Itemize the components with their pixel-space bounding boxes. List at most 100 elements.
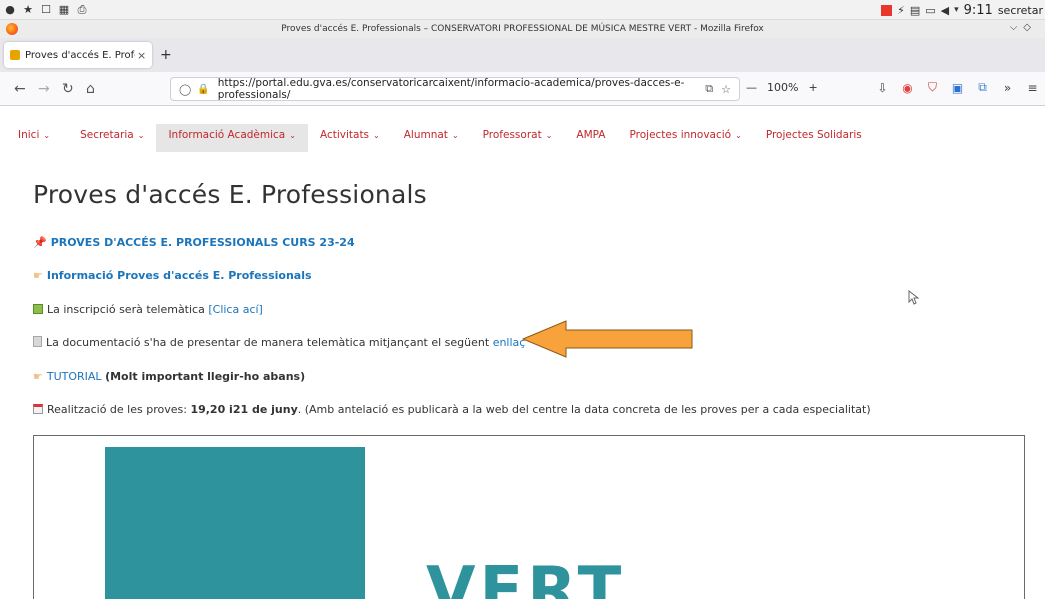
menu-label: Professorat [482,129,542,141]
menu-item-informacio-academica[interactable]: Informació Acadèmica ⌄ [156,124,308,152]
menu-label: Alumnat [403,129,448,141]
zoom-in-button[interactable]: + [808,81,817,94]
heading-link-line: 📌 PROVES D'ACCÉS E. PROFESSIONALS CURS 23… [33,236,355,249]
lock-icon[interactable]: 🔒 [197,84,209,95]
display-icon[interactable]: ▭ [925,4,935,17]
overflow-menu-icon[interactable]: » [1001,81,1014,95]
new-tab-button[interactable]: + [160,47,172,63]
inscription-line: La inscripció serà telemàtica [Clica ací… [33,303,263,316]
site-favicon-icon [10,50,20,60]
window-icon[interactable]: ☐ [40,3,52,16]
menu-item-ampa[interactable]: AMPA [564,124,617,152]
ublock-icon[interactable]: ⛉ [926,80,939,94]
network-icon[interactable]: ⚡ [897,4,905,17]
translate-extension-icon[interactable]: ⧉ [976,80,989,94]
window-title-bar: Proves d'accés E. Professionals – CONSER… [0,20,1045,38]
home-button[interactable]: ⌂ [86,81,95,97]
calculator-icon[interactable]: ▦ [58,3,70,16]
zoom-controls: — 100% + [746,81,818,94]
vert-logo-text: VERT [426,554,626,599]
zoom-out-button[interactable]: — [746,81,757,94]
chevron-down-icon: ⌄ [735,131,742,140]
chevron-down-icon: ⌄ [289,131,296,140]
user-name[interactable]: secretar [998,4,1043,17]
documentation-link[interactable]: enllaç [493,336,526,349]
os-tray: ⚡ ▤ ▭ ◀ ▾ 9:11 secretar [881,0,1043,20]
printer-icon[interactable]: ⎙ [76,3,88,16]
documentation-text: La documentació s'ha de presentar de man… [46,336,493,349]
menu-item-projectes-solidaris[interactable]: Projectes Solidaris [754,124,874,152]
menu-item-activitats[interactable]: Activitats ⌄ [308,124,392,152]
os-top-bar: ● ★ ☐ ▦ ⎙ ⚡ ▤ ▭ ◀ ▾ 9:11 secretar [0,0,1045,20]
pushpin-icon: 📌 [33,236,47,249]
pocket-icon[interactable]: ◉ [901,81,914,95]
tutorial-note: (Molt important llegir-ho abans) [105,370,306,383]
download-icon[interactable]: ⇩ [876,81,889,95]
calendar-icon [33,404,43,414]
navigation-bar: ← → ↻ ⌂ ◯ 🔒 https://portal.edu.gva.es/co… [0,72,1045,106]
menu-item-secretaria[interactable]: Secretaria ⌄ [62,124,156,152]
inscription-link[interactable]: [Clica ací] [208,303,263,316]
menu-item-projectes-innovacio[interactable]: Projectes innovació ⌄ [618,124,754,152]
toolbar-extensions: ⇩ ◉ ⛉ ▣ ⧉ » ≡ [876,80,1039,95]
window-title: Proves d'accés E. Professionals – CONSER… [281,24,764,34]
info-link-line: ☛ Informació Proves d'accés E. Profession… [33,269,312,282]
dates-suffix: . (Amb antelació es publicarà a la web d… [297,403,871,416]
dropdown-icon[interactable]: ▾ [954,5,959,15]
pointing-hand-icon: ☛ [33,269,43,282]
menu-item-inici[interactable]: Inici ⌄ [0,124,62,152]
close-tab-icon[interactable]: × [137,49,146,62]
zoom-level[interactable]: 100% [767,81,798,94]
menu-item-professorat[interactable]: Professorat ⌄ [471,124,565,152]
forward-button[interactable]: → [38,81,50,97]
volume-icon[interactable]: ◀ [941,4,949,17]
tutorial-link[interactable]: TUTORIAL [47,370,102,383]
info-link[interactable]: Informació Proves d'accés E. Professiona… [47,269,312,282]
url-bar[interactable]: ◯ 🔒 https://portal.edu.gva.es/conservato… [170,77,740,101]
page-title: Proves d'accés E. Professionals [33,180,427,209]
menu-label: Informació Acadèmica [168,129,286,141]
translate-icon[interactable]: ⧉ [705,82,713,96]
firefox-logo-icon [6,23,18,35]
reload-button[interactable]: ↻ [62,81,74,97]
url-actions: ⧉ ☆ [705,82,731,96]
window-controls[interactable]: ⌵◇ [1010,22,1037,33]
conservatory-poster-image: VERT [33,435,1025,599]
dates-line: Realització de les proves: 19,20 i21 de … [33,403,871,416]
site-main-menu: Inici ⌄ Secretaria ⌄ Informació Acadèmica ⌄… [0,124,1045,152]
clock[interactable]: 9:11 [964,3,993,18]
back-button[interactable]: ← [14,81,26,97]
chevron-down-icon: ⌄ [373,131,380,140]
clipboard-icon[interactable]: ▤ [910,4,920,17]
chevron-down-icon: ⌄ [545,131,553,140]
menu-label: Projectes Solidaris [765,129,862,141]
hamburger-menu-icon[interactable]: ≡ [1026,81,1039,95]
menu-item-alumnat[interactable]: Alumnat ⌄ [392,124,471,152]
tab-strip: Proves d'accés E. Professio × + [0,38,1045,72]
chevron-down-icon: ⌄ [451,131,459,140]
tab-title: Proves d'accés E. Professio [25,49,135,61]
notification-icon[interactable] [881,4,893,16]
menu-label: Inici [18,129,40,141]
star-icon[interactable]: ★ [22,3,34,16]
menu-label: Activitats [319,129,370,141]
menu-label: Projectes innovació [629,129,732,141]
inscription-text: La inscripció serà telemàtica [47,303,209,316]
os-launcher-icons: ● ★ ☐ ▦ ⎙ [0,3,88,17]
document-icon [33,336,42,347]
memo-icon [33,304,43,314]
heading-link[interactable]: PROVES D'ACCÉS E. PROFESSIONALS CURS 23-… [51,236,355,249]
documentation-line: La documentació s'ha de presentar de man… [33,336,525,349]
tracking-shield-icon[interactable]: ◯ [179,83,191,96]
bookmark-star-icon[interactable]: ☆ [721,83,731,96]
app-menu-icon[interactable]: ● [4,3,16,16]
dates-bold: 19,20 i21 de juny [190,403,298,416]
menu-label: AMPA [576,129,606,141]
extension-z-icon[interactable]: ▣ [951,81,964,95]
url-text[interactable]: https://portal.edu.gva.es/conservatorica… [218,77,739,101]
tab-active[interactable]: Proves d'accés E. Professio × [4,42,152,68]
chevron-down-icon: ⌄ [43,131,51,140]
pointing-hand-icon: ☛ [33,370,43,383]
orange-arrow-annotation [522,320,693,358]
mouse-cursor-icon [908,290,920,305]
